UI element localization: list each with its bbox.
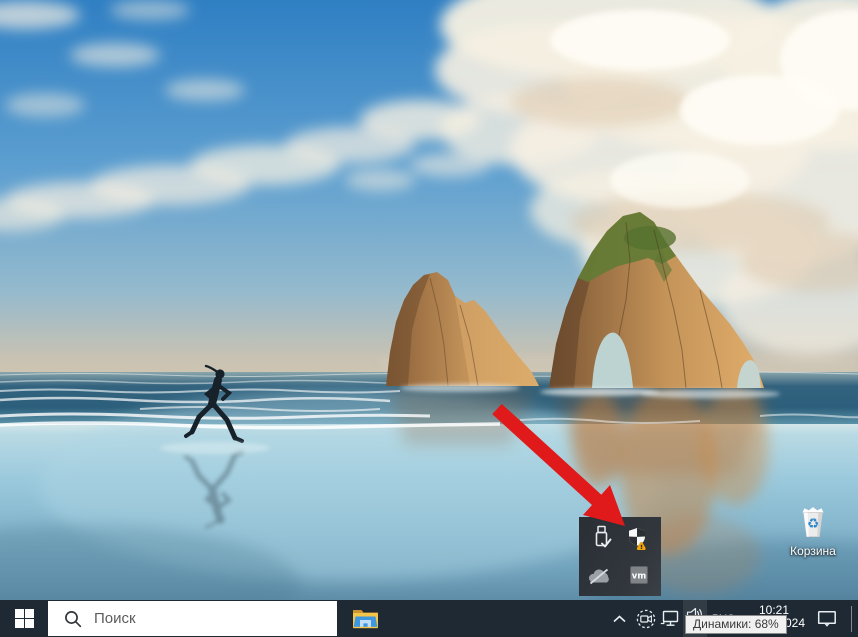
recycle-bin-label: Корзина (790, 544, 836, 558)
meet-now-icon (636, 609, 656, 629)
vmware-icon[interactable]: vm (630, 566, 648, 589)
meet-now-button[interactable] (633, 600, 658, 637)
action-center-button[interactable] (808, 600, 846, 637)
network-icon (660, 610, 681, 627)
windows-desktop: ♻ Корзина (0, 0, 858, 637)
windows-start-icon (15, 609, 34, 628)
file-explorer-icon (352, 607, 379, 630)
search-placeholder: Поиск (94, 610, 136, 627)
chevron-up-icon (613, 615, 626, 623)
recycle-bin-desktop-icon[interactable]: ♻ Корзина (782, 504, 844, 558)
search-icon (64, 610, 82, 628)
start-button[interactable] (0, 600, 48, 637)
show-desktop-button[interactable] (852, 600, 858, 637)
wallpaper-beach-image (0, 0, 858, 600)
recycle-bin-icon: ♻ (796, 504, 830, 542)
volume-tooltip-text: Динамики: 68% (693, 617, 779, 631)
volume-tooltip: Динамики: 68% (685, 615, 787, 634)
svg-text:♻: ♻ (807, 516, 819, 532)
search-input[interactable]: Поиск (48, 601, 337, 636)
tray-overflow-popup: vm (579, 517, 661, 596)
show-hidden-icons-button[interactable] (606, 600, 632, 637)
svg-text:vm: vm (632, 572, 647, 582)
safely-remove-hardware-icon[interactable] (590, 524, 612, 555)
onedrive-disconnected-icon[interactable] (587, 568, 612, 590)
clock-date-fragment: 024 (785, 616, 805, 630)
network-button[interactable] (658, 600, 683, 637)
windows-security-warning-icon[interactable] (627, 527, 651, 555)
file-explorer-button[interactable] (341, 600, 389, 637)
action-center-icon (817, 610, 837, 627)
